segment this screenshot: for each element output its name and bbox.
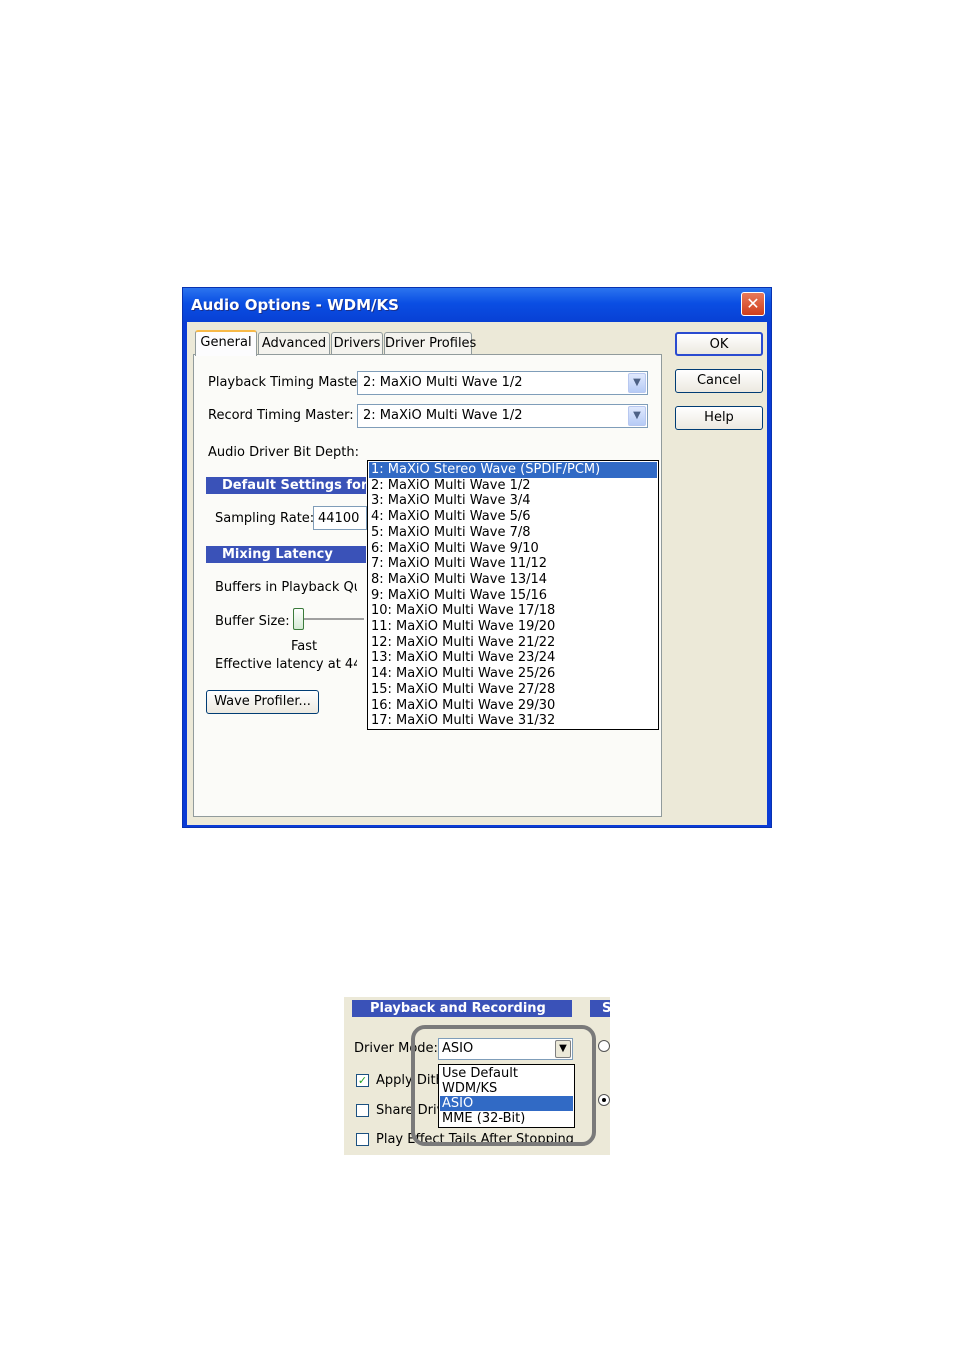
tab-drivers[interactable]: Drivers [331,332,383,354]
share-drivers-checkbox[interactable] [356,1104,369,1117]
chevron-down-icon[interactable]: ▼ [628,406,646,426]
record-timing-master-value: 2: MaXiO Multi Wave 1/2 [363,408,523,423]
apply-dither-checkbox[interactable]: ✓ [356,1074,369,1087]
playback-timing-master-select[interactable]: 2: MaXiO Multi Wave 1/2 ▼ [357,371,648,395]
buffer-size-slider-handle[interactable] [293,608,304,630]
adjacent-section-header: S [590,1000,610,1017]
dialog-client-area: General Advanced Drivers Driver Profiles… [187,322,767,825]
chevron-down-icon[interactable]: ▼ [628,373,646,393]
playback-recording-snippet: Playback and Recording S Driver Mode: AS… [344,997,610,1155]
play-effect-tails-checkbox[interactable] [356,1133,369,1146]
dropdown-option[interactable]: 6: MaXiO Multi Wave 9/10 [369,541,657,557]
general-tab-panel: Playback Timing Master: 2: MaXiO Multi W… [193,354,662,817]
radio-button-selected[interactable] [598,1094,610,1106]
cancel-button[interactable]: Cancel [675,369,763,393]
dropdown-option[interactable]: 13: MaXiO Multi Wave 23/24 [369,650,657,666]
dropdown-option[interactable]: 12: MaXiO Multi Wave 21/22 [369,635,657,651]
default-settings-section-header: Default Settings for [206,477,366,494]
dropdown-option[interactable]: 3: MaXiO Multi Wave 3/4 [369,493,657,509]
dropdown-option[interactable]: 10: MaXiO Multi Wave 17/18 [369,603,657,619]
dropdown-option[interactable]: 2: MaXiO Multi Wave 1/2 [369,478,657,494]
dropdown-option[interactable]: 7: MaXiO Multi Wave 11/12 [369,556,657,572]
dropdown-option[interactable]: 4: MaXiO Multi Wave 5/6 [369,509,657,525]
record-timing-master-label: Record Timing Master: [208,408,354,423]
dropdown-option[interactable]: 14: MaXiO Multi Wave 25/26 [369,666,657,682]
dropdown-option[interactable]: 11: MaXiO Multi Wave 19/20 [369,619,657,635]
buffer-size-slider-track[interactable] [304,618,364,620]
sampling-rate-value: 44100 [318,511,360,526]
radio-dot [602,1098,606,1102]
dropdown-option[interactable]: 17: MaXiO Multi Wave 31/32 [369,713,657,729]
ok-button[interactable]: OK [675,332,763,356]
radio-button[interactable] [598,1040,610,1052]
playback-timing-master-label: Playback Timing Master: [208,375,367,390]
dropdown-option[interactable]: 16: MaXiO Multi Wave 29/30 [369,698,657,714]
sampling-rate-select[interactable]: 44100 [313,506,367,530]
help-button[interactable]: Help [675,406,763,430]
effective-latency-label: Effective latency at 44kH [215,657,357,672]
tab-driver-profiles[interactable]: Driver Profiles [384,332,476,354]
dropdown-option[interactable]: 5: MaXiO Multi Wave 7/8 [369,525,657,541]
playback-timing-master-value: 2: MaXiO Multi Wave 1/2 [363,375,523,390]
close-icon: ✕ [746,294,760,313]
audio-driver-bit-depth-label: Audio Driver Bit Depth: [208,445,359,460]
dropdown-option[interactable]: 9: MaXiO Multi Wave 15/16 [369,588,657,604]
highlight-callout [411,1025,596,1146]
buffers-in-playback-queue-label: Buffers in Playback Queu [215,580,357,595]
sampling-rate-label: Sampling Rate: [215,511,315,526]
mixing-latency-section-header: Mixing Latency [206,546,366,563]
buffer-size-label: Buffer Size: [215,614,290,629]
tab-general[interactable]: General [195,330,257,356]
dropdown-option[interactable]: 15: MaXiO Multi Wave 27/28 [369,682,657,698]
record-timing-master-select[interactable]: 2: MaXiO Multi Wave 1/2 ▼ [357,404,648,428]
audio-options-dialog: Audio Options - WDM/KS ✕ General Advance… [182,287,772,828]
buffer-size-fast-label: Fast [291,639,318,654]
playback-recording-section-header: Playback and Recording [352,1000,572,1017]
close-button[interactable]: ✕ [741,292,765,316]
dropdown-option[interactable]: 1: MaXiO Stereo Wave (SPDIF/PCM) [369,462,657,478]
wave-profiler-button[interactable]: Wave Profiler... [206,690,319,714]
tab-advanced[interactable]: Advanced [258,332,330,354]
dropdown-option[interactable]: 8: MaXiO Multi Wave 13/14 [369,572,657,588]
dialog-title: Audio Options - WDM/KS [191,296,399,314]
record-timing-master-dropdown-list[interactable]: 1: MaXiO Stereo Wave (SPDIF/PCM) 2: MaXi… [367,460,659,730]
title-bar[interactable]: Audio Options - WDM/KS ✕ [183,288,771,322]
